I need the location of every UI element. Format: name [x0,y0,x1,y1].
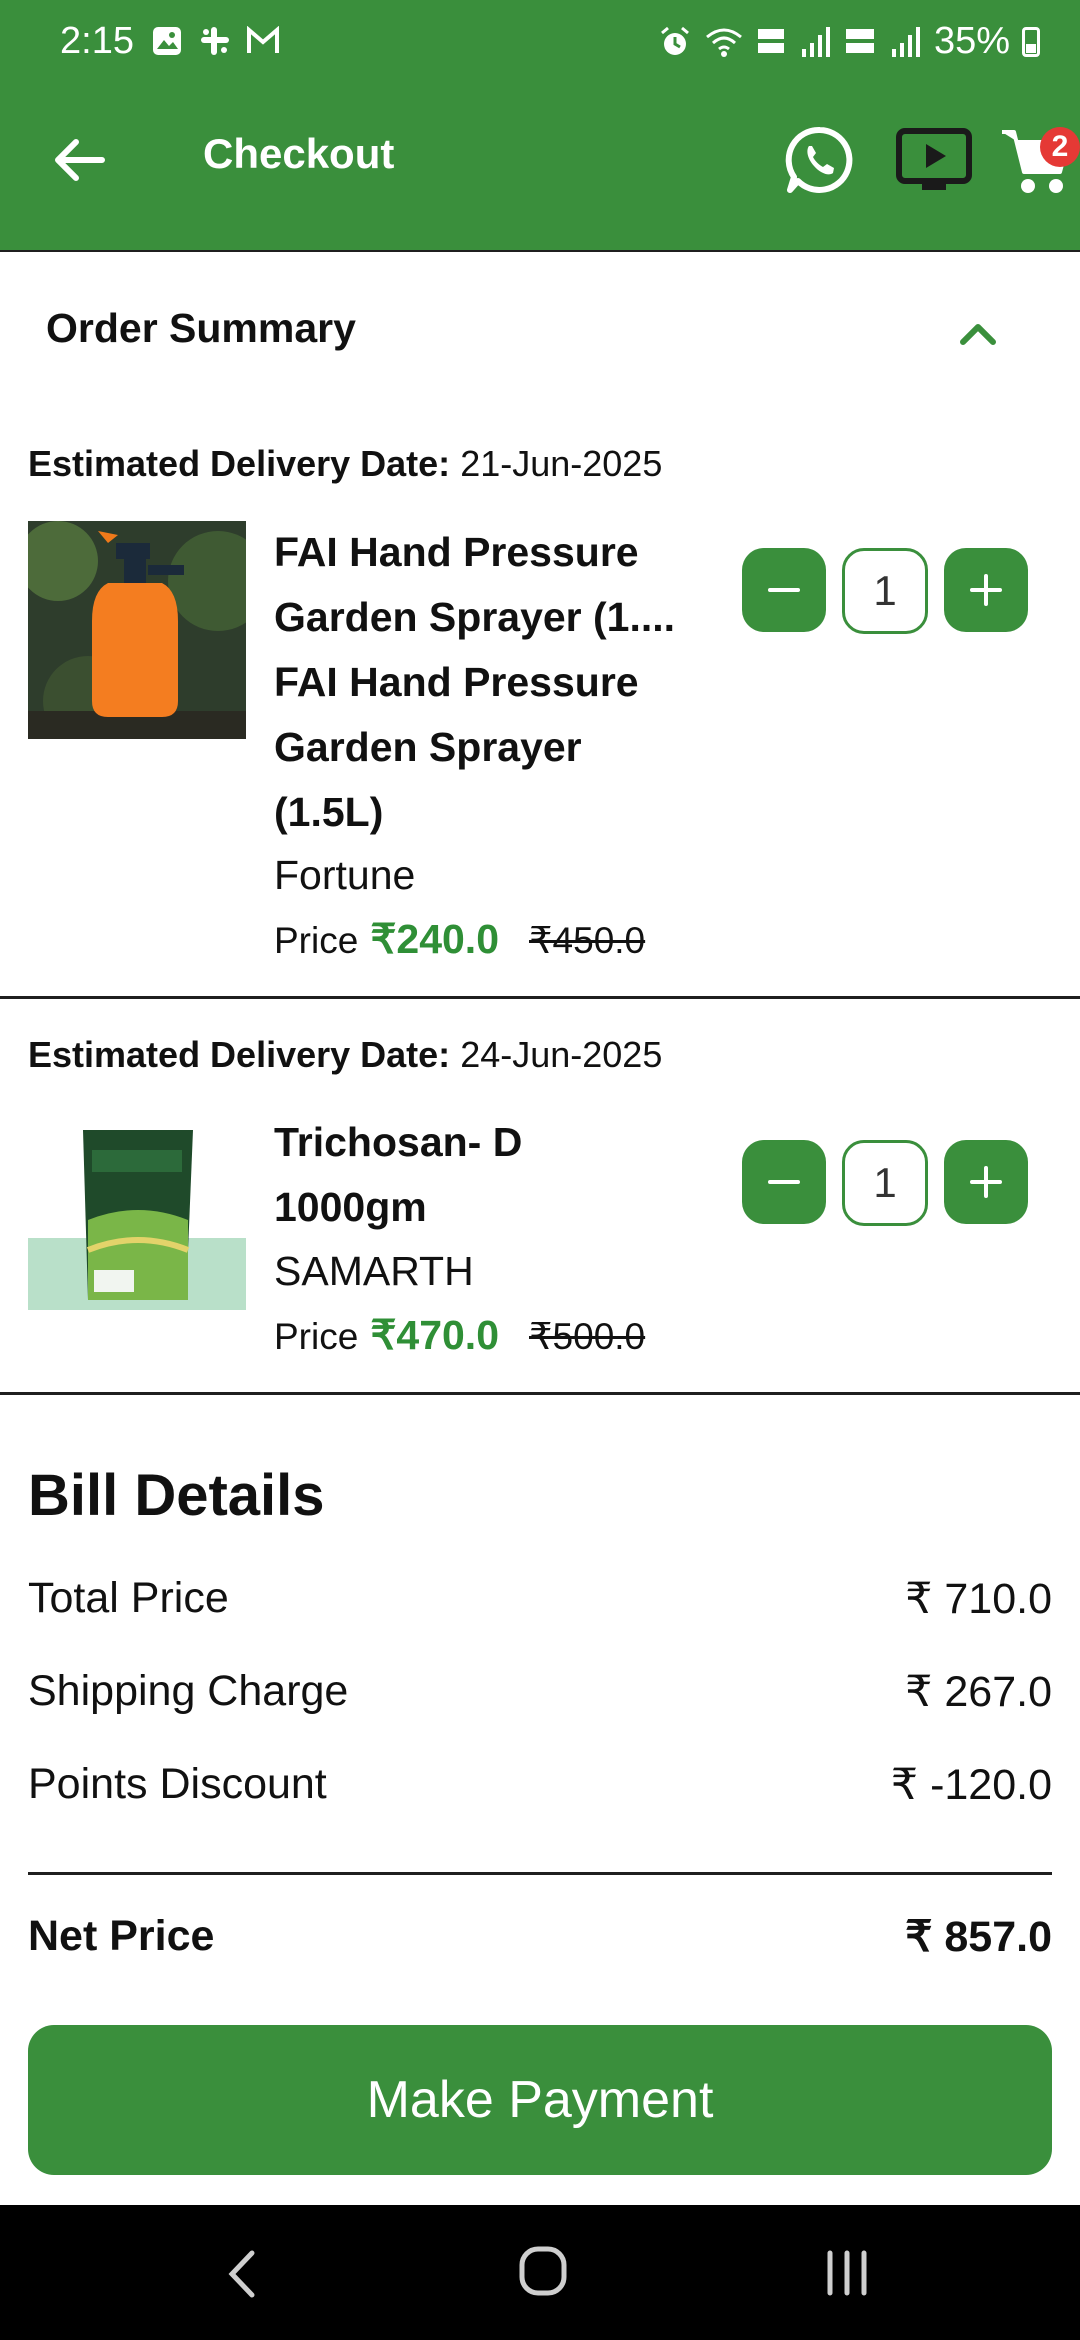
back-arrow-icon [55,139,105,181]
product-name[interactable]: Trichosan- D 1000gm [274,1110,714,1240]
product-brand: Fortune [274,852,416,898]
quantity-value: 1 [842,1140,928,1226]
bill-row-discount: Points Discount ₹ -120.0 [28,1760,1052,1810]
sale-price: ₹240.0 [370,916,499,962]
delivery-value: 21-Jun-2025 [460,443,663,484]
product-name-line: Garden Sprayer [274,724,582,770]
product-brand: SAMARTH [274,1248,474,1294]
battery-icon [1022,26,1040,57]
tv-play-icon [896,128,972,190]
back-button[interactable] [45,125,115,195]
nav-recents-icon [827,2250,867,2296]
price-line: Price ₹240.0 ₹450.0 [274,915,645,963]
product-name-line: Trichosan- D [274,1119,523,1165]
product-name-line: FAI Hand Pressure [274,659,639,705]
product-image-trichosan[interactable] [28,1110,246,1328]
bill-row-label: Shipping Charge [28,1667,349,1715]
delivery-date: Estimated Delivery Date: 24-Jun-2025 [28,1034,662,1076]
whatsapp-button[interactable] [784,124,856,196]
system-nav-bar [0,2205,1080,2340]
product-name-line: 1000gm [274,1184,427,1230]
product-name-line: Garden Sprayer (1.... [274,594,676,640]
decrease-quantity-button[interactable] [742,548,826,632]
minus-icon [768,1180,800,1184]
video-button[interactable] [894,126,974,194]
notification-icons [150,24,280,58]
wifi-icon [705,28,742,57]
quantity-value: 1 [842,548,928,634]
item-divider [0,996,1080,999]
system-status: 35% [658,20,1040,63]
net-price-value: ₹ 857.0 [905,1913,1052,1961]
price-label: Price [274,1316,359,1357]
slack-icon [198,24,232,58]
nav-back-icon [228,2250,255,2298]
price-line: Price ₹470.0 ₹500.0 [274,1311,645,1359]
section-divider [0,1392,1080,1395]
volte-lte2-icon [845,28,874,53]
decrease-quantity-button[interactable] [742,1140,826,1224]
signal-icon [891,26,920,57]
plus-icon [970,1166,1002,1198]
gmail-icon [246,24,280,58]
quantity-stepper: 1 [742,548,1028,634]
bill-row-value: ₹ -120.0 [890,1761,1052,1809]
bill-row-label: Total Price [28,1574,229,1622]
product-name[interactable]: FAI Hand Pressure Garden Sprayer (1.... … [274,520,714,845]
delivery-date: Estimated Delivery Date: 21-Jun-2025 [28,443,662,485]
nav-back-button[interactable] [222,2249,262,2299]
original-price: ₹500.0 [529,1316,646,1357]
make-payment-button[interactable]: Make Payment [28,2025,1052,2175]
net-price-row: Net Price ₹ 857.0 [28,1912,1052,1962]
nav-home-icon [519,2246,567,2296]
cart-count-badge: 2 [1040,127,1080,167]
status-bar: 2:15 35% [0,0,1080,85]
net-price-label: Net Price [28,1912,215,1960]
app-bar: 2:15 35% Checkout 2 [0,0,1080,252]
delivery-label: Estimated Delivery Date: [28,443,451,484]
collapse-toggle[interactable] [955,310,1001,356]
bill-row-shipping: Shipping Charge ₹ 267.0 [28,1667,1052,1717]
original-price: ₹450.0 [529,920,646,961]
whatsapp-icon [785,126,853,193]
status-time: 2:15 [60,20,134,62]
product-name-line: FAI Hand Pressure [274,529,639,575]
increase-quantity-button[interactable] [944,548,1028,632]
nav-recents-button[interactable] [822,2249,872,2297]
bill-row-value: ₹ 267.0 [905,1668,1052,1716]
page-title: Checkout [203,130,395,177]
volte-5g-icon [757,28,784,53]
product-name-line: (1.5L) [274,789,384,835]
sale-price: ₹470.0 [370,1312,499,1358]
bill-divider [28,1872,1052,1875]
order-summary-title: Order Summary [46,305,356,351]
product-image-sprayer[interactable] [18,521,268,746]
plus-icon [970,574,1002,606]
minus-icon [768,588,800,592]
quantity-stepper: 1 [742,1140,1028,1226]
bill-row-label: Points Discount [28,1760,327,1808]
nav-home-button[interactable] [518,2245,568,2297]
bill-row-value: ₹ 710.0 [905,1575,1052,1623]
price-label: Price [274,920,359,961]
increase-quantity-button[interactable] [944,1140,1028,1224]
delivery-label: Estimated Delivery Date: [28,1034,451,1075]
chevron-up-icon [960,324,996,345]
bill-row-total: Total Price ₹ 710.0 [28,1574,1052,1624]
gallery-icon [150,24,184,58]
signal-icon [801,26,830,57]
alarm-icon [660,26,689,55]
bill-details-title: Bill Details [28,1463,325,1528]
battery-percent: 35% [933,20,1010,62]
delivery-value: 24-Jun-2025 [460,1034,663,1075]
